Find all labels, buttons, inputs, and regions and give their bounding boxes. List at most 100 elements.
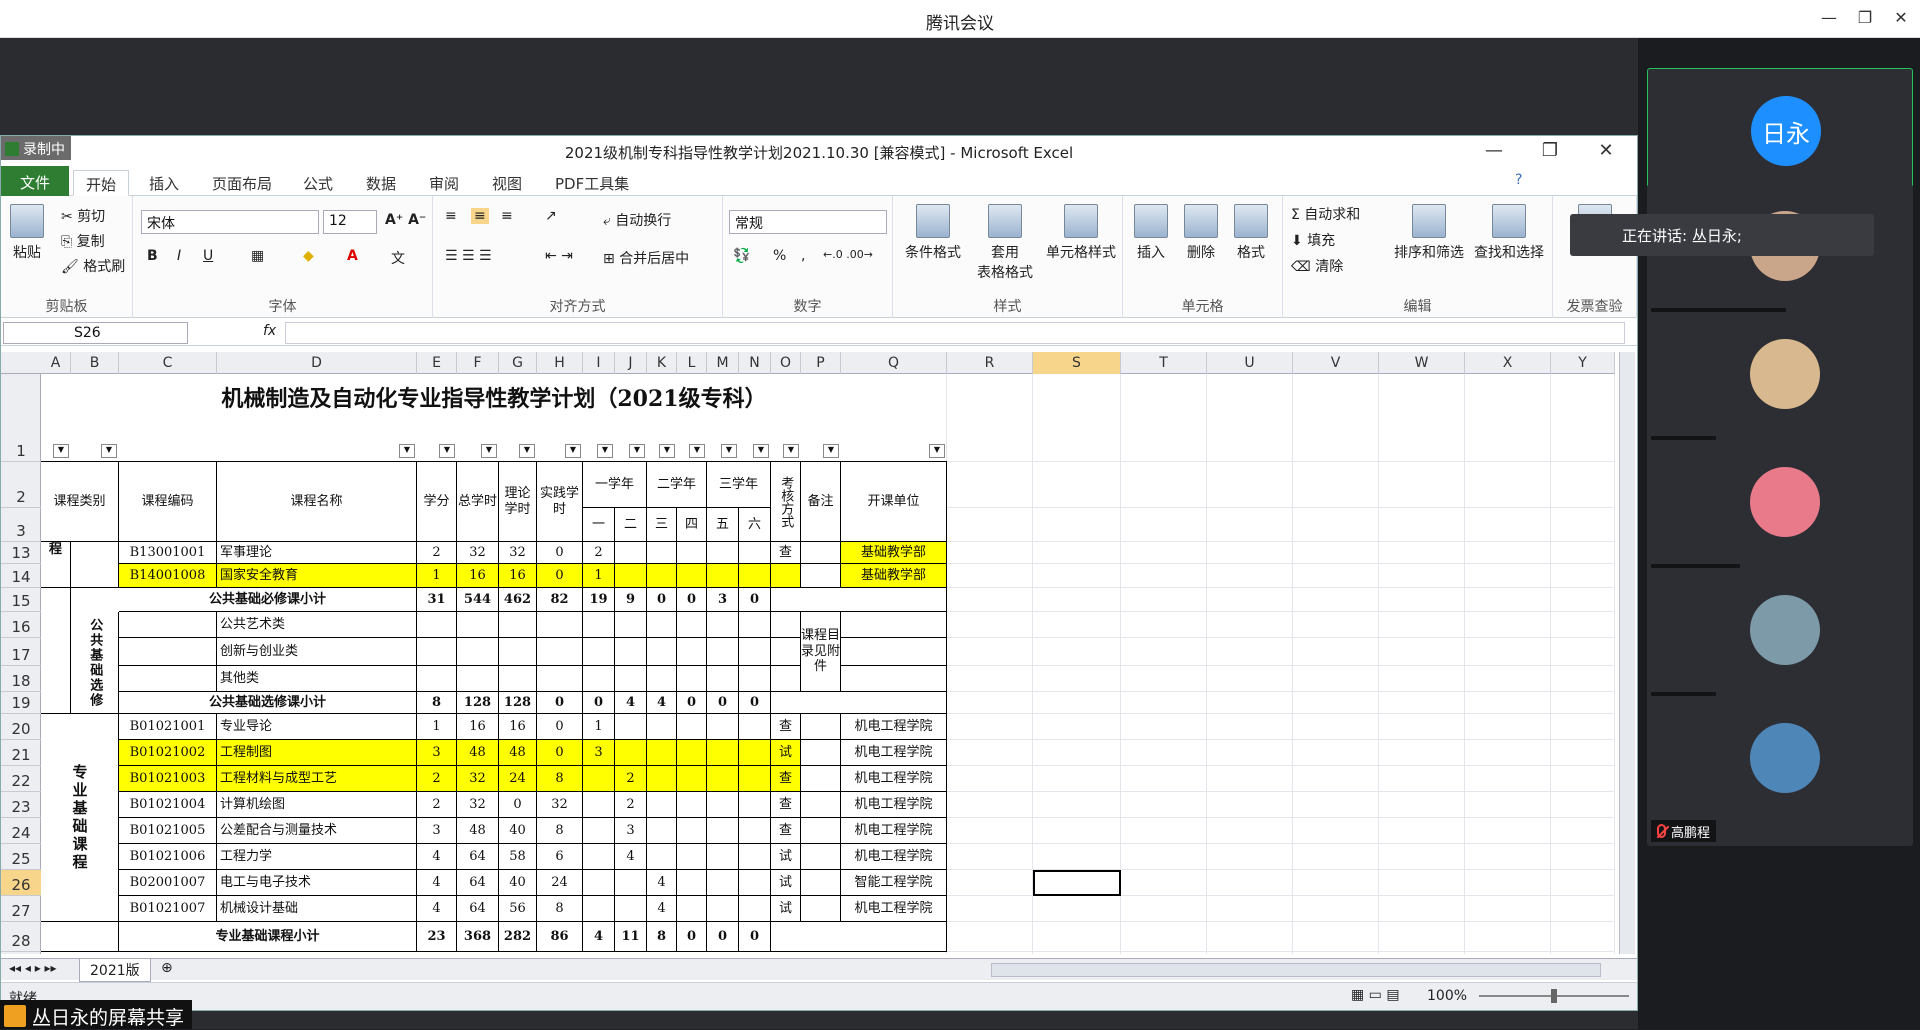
subtotal-value[interactable]: 31 [417,588,457,612]
value-cell[interactable]: 0 [537,542,583,564]
value-cell[interactable] [739,666,771,692]
subtotal-value[interactable]: 8 [417,692,457,714]
course-name-cell[interactable]: 机械设计基础 [217,896,417,922]
header-cell[interactable]: 三 [647,508,677,542]
column-header-w[interactable]: W [1379,352,1465,374]
subtotal-label[interactable]: 公共基础必修课小计 [119,588,417,612]
tab-pdf-tools[interactable]: PDF工具集 [543,170,641,196]
header-cell[interactable]: 四 [677,508,707,542]
unit-cell[interactable] [841,612,947,638]
value-cell[interactable] [677,792,707,818]
value-cell[interactable]: 16 [457,714,499,740]
subtotal-value[interactable]: 86 [537,922,583,952]
subtotal-value[interactable]: 0 [707,692,739,714]
value-cell[interactable] [647,638,677,666]
fill-color-icon[interactable]: ◆ [303,248,314,264]
format-painter-button[interactable]: 🖌 格式刷 [61,256,125,276]
value-cell[interactable] [739,818,771,844]
subtotal-value[interactable]: 4 [615,692,647,714]
zoom-slider[interactable] [1479,989,1629,1003]
value-cell[interactable]: 32 [457,542,499,564]
border-icon[interactable]: ▦ [251,248,264,264]
row-header-28[interactable]: 28 [1,922,41,952]
value-cell[interactable] [739,792,771,818]
column-header-q[interactable]: Q [841,352,947,374]
column-header-v[interactable]: V [1293,352,1379,374]
value-cell[interactable]: 16 [499,714,537,740]
participant-tile[interactable]: 高鹏程 [1647,696,1913,846]
filter-dropdown-icon[interactable]: ▼ [53,444,69,458]
find-select-button[interactable]: 查找和选择 [1469,204,1549,262]
comma-icon[interactable]: , [801,248,805,264]
sheet-tab-2021[interactable]: 2021版 [79,959,151,982]
value-cell[interactable]: 48 [457,818,499,844]
value-cell[interactable] [739,612,771,638]
value-cell[interactable] [739,638,771,666]
exam-cell[interactable]: 查 [771,714,801,740]
align-left-icon[interactable]: ☰ ☰ ☰ [445,248,492,264]
value-cell[interactable] [647,714,677,740]
delete-cells-button[interactable]: 删除 [1179,204,1223,262]
header-cell[interactable]: 开课单位 [841,462,947,542]
course-code-cell[interactable]: B01021003 [119,766,217,792]
align-middle-icon[interactable]: ≡ [471,208,489,224]
excel-minimize-icon[interactable]: — [1479,140,1509,161]
align-top-icon[interactable]: ≡ [445,208,457,224]
formula-input[interactable] [285,322,1625,344]
filter-dropdown-icon[interactable]: ▼ [439,444,455,458]
value-cell[interactable]: 4 [417,870,457,896]
subtotal-value[interactable]: 3 [707,588,739,612]
exam-cell[interactable]: 试 [771,844,801,870]
value-cell[interactable] [583,844,615,870]
value-cell[interactable] [739,714,771,740]
value-cell[interactable] [615,638,647,666]
subtotal-value[interactable]: 19 [583,588,615,612]
subtotal-value[interactable]: 368 [457,922,499,952]
subtotal-value[interactable]: 4 [647,692,677,714]
note-cell[interactable] [801,766,841,792]
exam-cell[interactable]: 查 [771,792,801,818]
value-cell[interactable] [457,638,499,666]
value-cell[interactable] [615,740,647,766]
row-header-25[interactable]: 25 [1,844,41,870]
sheet-nav-icon[interactable]: ◂◂ ◂ ▸ ▸▸ [9,961,57,975]
value-cell[interactable]: 2 [417,542,457,564]
value-cell[interactable] [677,542,707,564]
column-header-y[interactable]: Y [1551,352,1615,374]
row-header-20[interactable]: 20 [1,714,41,740]
value-cell[interactable] [583,896,615,922]
unit-cell[interactable]: 机电工程学院 [841,792,947,818]
value-cell[interactable]: 64 [457,870,499,896]
column-header-x[interactable]: X [1465,352,1551,374]
value-cell[interactable] [499,638,537,666]
value-cell[interactable] [707,666,739,692]
category-cell[interactable]: 公共基础选修 [71,612,119,714]
course-code-cell[interactable]: B13001001 [119,542,217,564]
header-cell[interactable]: 二学年 [647,462,707,508]
function-icon[interactable]: fx [263,323,276,339]
subtotal-value[interactable]: 4 [583,922,615,952]
value-cell[interactable]: 4 [417,844,457,870]
value-cell[interactable] [615,564,647,588]
value-cell[interactable]: 0 [537,714,583,740]
filter-dropdown-icon[interactable]: ▼ [519,444,535,458]
value-cell[interactable] [417,666,457,692]
row-header-3[interactable]: 3 [1,508,41,542]
header-cell[interactable]: 学分 [417,462,457,542]
category-cell[interactable]: 专业基础课程 [41,714,119,922]
insert-cells-button[interactable]: 插入 [1129,204,1173,262]
header-cell[interactable]: 考核方式 [771,462,801,542]
row-header-17[interactable]: 17 [1,638,41,666]
filter-dropdown-icon[interactable]: ▼ [481,444,497,458]
value-cell[interactable] [707,638,739,666]
font-name-select[interactable]: 宋体 [141,210,319,234]
value-cell[interactable] [647,564,677,588]
value-cell[interactable] [417,612,457,638]
row-header-15[interactable]: 15 [1,588,41,612]
value-cell[interactable] [707,612,739,638]
unit-cell[interactable]: 机电工程学院 [841,714,947,740]
unit-cell[interactable]: 机电工程学院 [841,740,947,766]
currency-icon[interactable]: 💱 [733,248,750,264]
value-cell[interactable] [707,564,739,588]
course-name-cell[interactable]: 公共艺术类 [217,612,417,638]
